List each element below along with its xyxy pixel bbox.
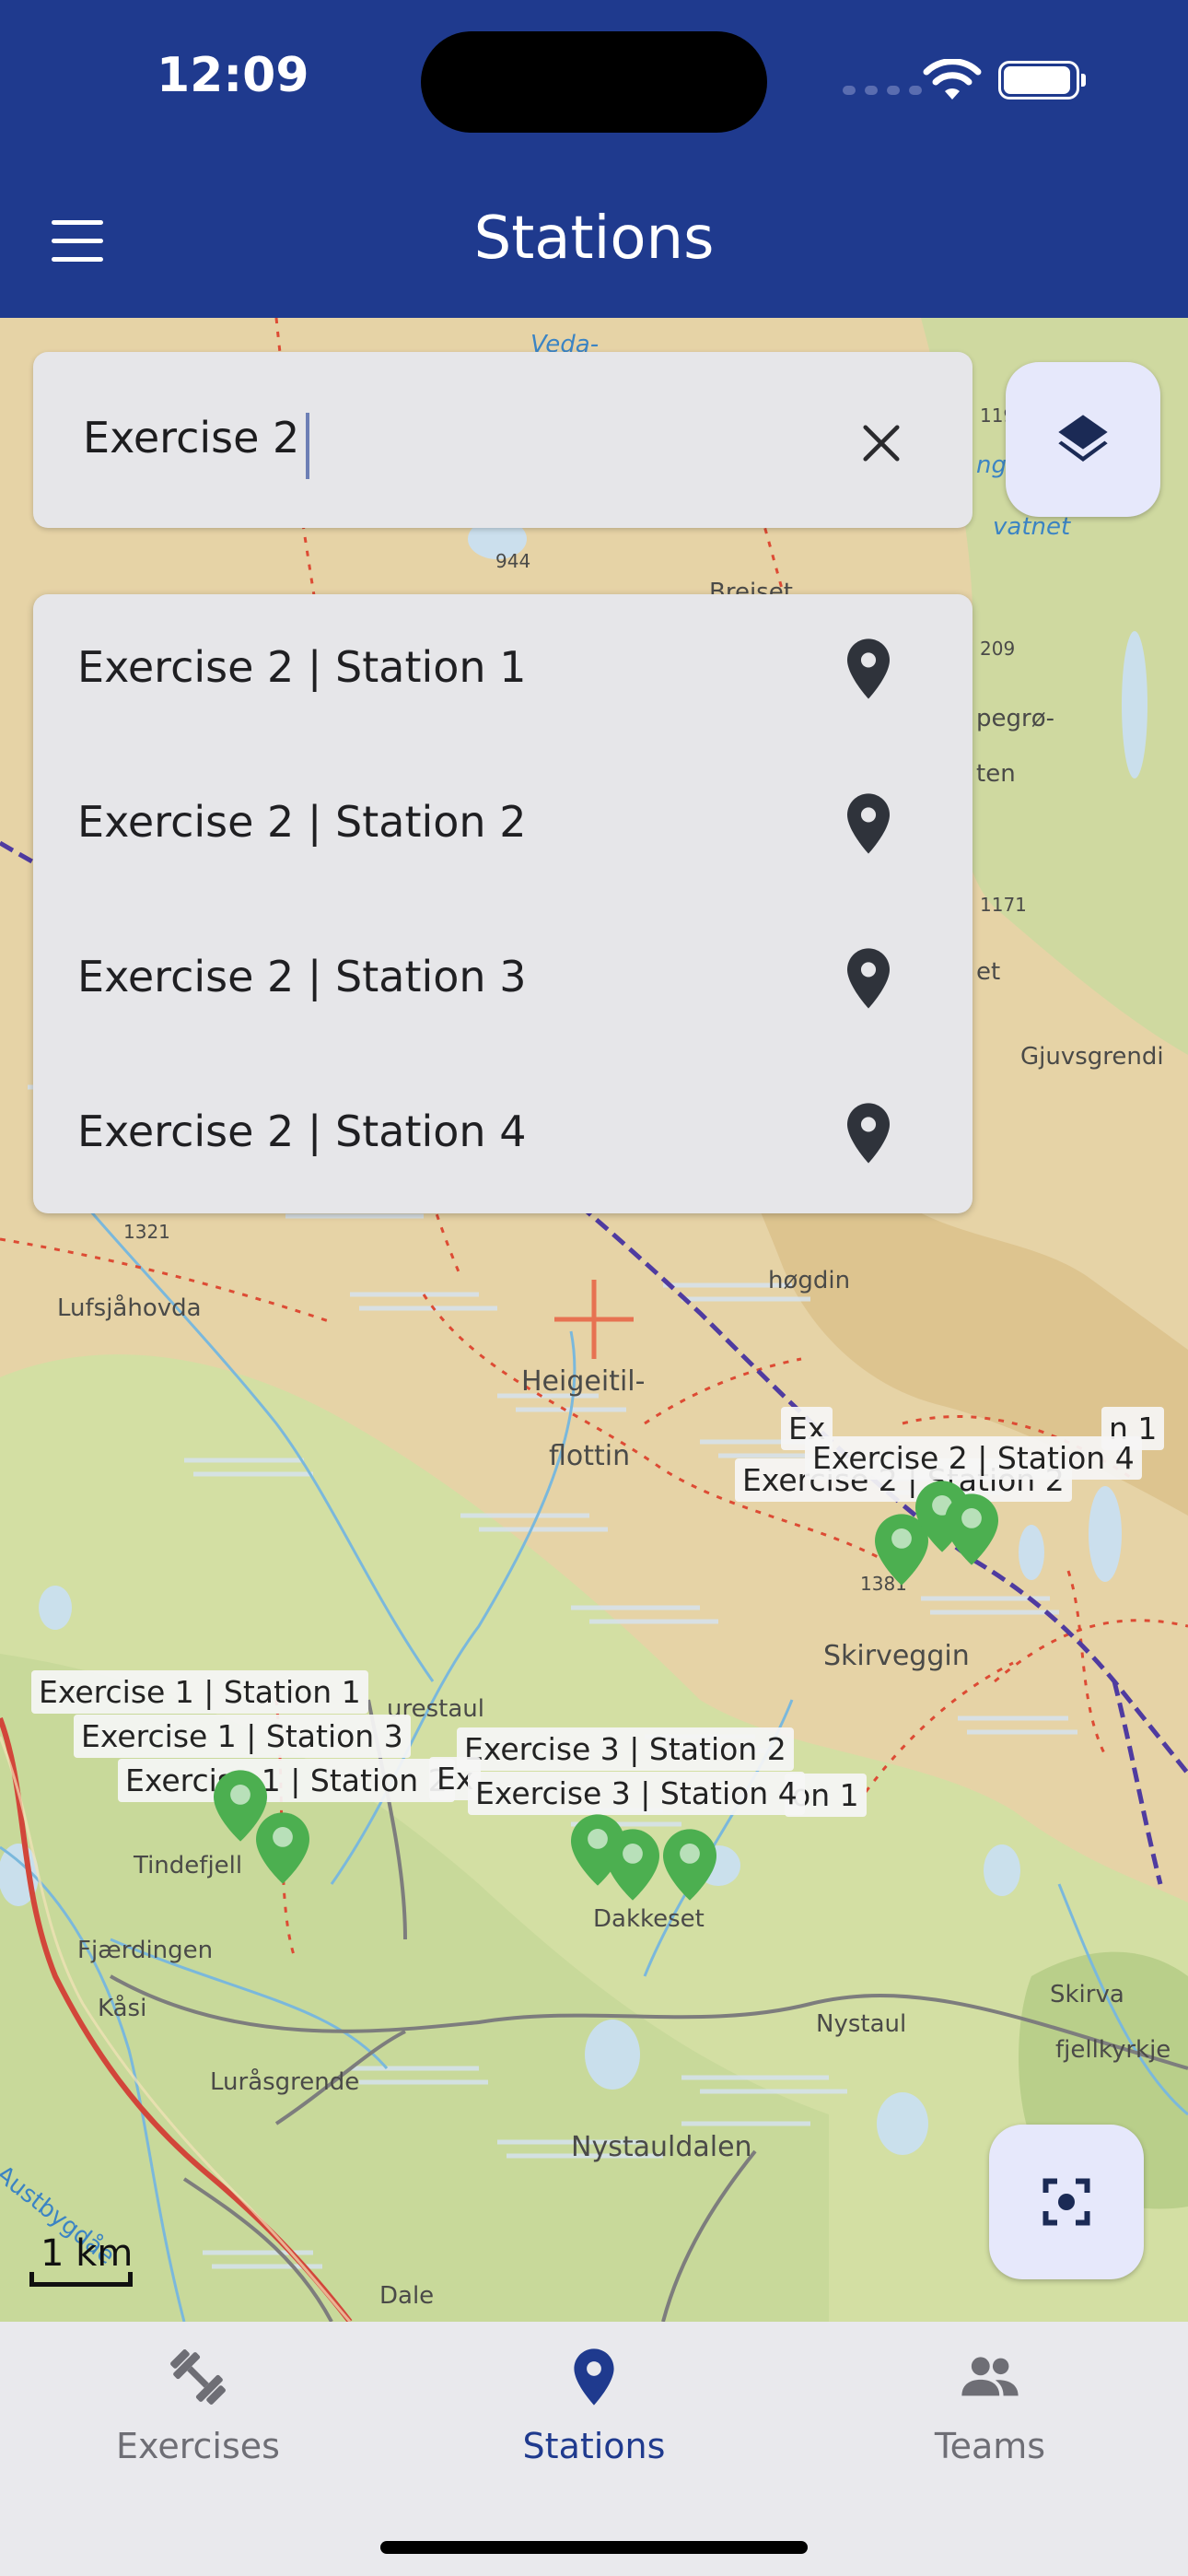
place-label: Lufsjåhovda: [57, 1294, 202, 1322]
place-label: Nystauldalen: [571, 2131, 752, 2163]
place-label: ten: [976, 760, 1016, 788]
nav-item-stations[interactable]: Stations: [474, 2345, 714, 2466]
nav-label: Exercises: [116, 2426, 280, 2466]
place-label: Dakkeset: [593, 1905, 705, 1933]
place-label: Kåsi: [98, 1995, 147, 2022]
battery-level: [1004, 66, 1070, 94]
place-label: Luråsgrende: [210, 2068, 360, 2096]
layers-icon: [1058, 415, 1108, 462]
wifi-icon: [923, 59, 982, 100]
dynamic-island: [421, 31, 767, 133]
suggestion-item[interactable]: Exercise 2 | Station 4: [33, 1059, 973, 1213]
page-title: Stations: [473, 205, 715, 273]
place-label: Fjærdingen: [77, 1937, 214, 1964]
place-label: Skirveggin: [823, 1640, 970, 1672]
people-icon: [961, 2357, 1019, 2396]
place-label: pegrø-: [976, 705, 1054, 732]
place-label: Skirva: [1050, 1981, 1124, 2008]
nav-label: Stations: [522, 2426, 666, 2466]
suggestion-label: Exercise 2 | Station 4: [77, 1107, 527, 1156]
suggestion-label: Exercise 2 | Station 3: [77, 952, 527, 1001]
place-label: høgdin: [768, 1267, 851, 1294]
station-marker-pin[interactable]: [663, 1829, 716, 1901]
elevation-label: 944: [495, 550, 531, 572]
search-input[interactable]: Exercise 2: [83, 413, 299, 463]
nav-label: Teams: [934, 2426, 1046, 2466]
suggestion-label: Exercise 2 | Station 1: [77, 642, 527, 692]
suggestion-item[interactable]: Exercise 2 | Station 2: [33, 749, 973, 904]
marker-label: Exercise 3 | Station 2: [457, 1727, 794, 1771]
dumbbell-icon: [170, 2349, 226, 2405]
suggestion-item[interactable]: Exercise 2 | Station 3: [33, 904, 973, 1059]
home-indicator: [380, 2541, 808, 2554]
place-label: vatnet: [993, 513, 1071, 541]
center-focus-icon: [1042, 2178, 1090, 2226]
nav-item-exercises[interactable]: Exercises: [78, 2345, 318, 2466]
location-pin-icon: [847, 793, 890, 854]
center-map-button[interactable]: [989, 2125, 1144, 2279]
status-time: 12:09: [157, 48, 309, 103]
elevation-label: 209: [980, 638, 1016, 660]
place-label: Heigeitil-: [521, 1365, 646, 1398]
location-pin-icon: [847, 638, 890, 699]
place-label: Dale: [379, 2282, 435, 2310]
elevation-label: 1321: [123, 1221, 170, 1243]
suggestion-label: Exercise 2 | Station 2: [77, 797, 527, 847]
marker-label: Exercise 3 | Station 4: [468, 1772, 805, 1815]
text-caret: [306, 413, 309, 479]
cellular-signal-icon: [843, 86, 922, 95]
place-label: et: [976, 958, 1001, 986]
battery-tip: [1081, 74, 1086, 87]
marker-label: Exercise 1 | Station 1: [31, 1670, 368, 1714]
marker-label: Exercise 1 | Station 2: [118, 1759, 455, 1802]
map-crosshair: [554, 1280, 634, 1359]
place-label: fjellkyrkje: [1055, 2036, 1171, 2064]
marker-label: Exercise 2 | Station 4: [805, 1436, 1142, 1480]
suggestion-item[interactable]: Exercise 2 | Station 1: [33, 594, 973, 749]
elevation-label: 1171: [980, 894, 1027, 916]
layers-button[interactable]: [1006, 362, 1160, 517]
place-label: flottin: [549, 1440, 631, 1472]
search-suggestions: Exercise 2 | Station 1 Exercise 2 | Stat…: [33, 594, 973, 1213]
marker-label: Exercise 1 | Station 3: [74, 1715, 411, 1758]
close-icon[interactable]: [860, 422, 903, 464]
map-scale-bar: [29, 2272, 133, 2287]
location-pin-icon: [847, 948, 890, 1009]
location-pin-icon: [847, 1103, 890, 1164]
place-label: Nystaul: [816, 2010, 907, 2038]
station-marker-pin[interactable]: [606, 1829, 659, 1901]
nav-item-teams[interactable]: Teams: [870, 2345, 1110, 2466]
place-label: Tindefjell: [134, 1852, 243, 1879]
location-pin-icon: [574, 2348, 614, 2406]
place-label: Gjuvsgrendi: [1020, 1043, 1164, 1071]
station-marker-pin[interactable]: [256, 1812, 309, 1884]
map-scale-label: 1 km: [41, 2232, 134, 2275]
station-marker-pin[interactable]: [945, 1493, 998, 1565]
